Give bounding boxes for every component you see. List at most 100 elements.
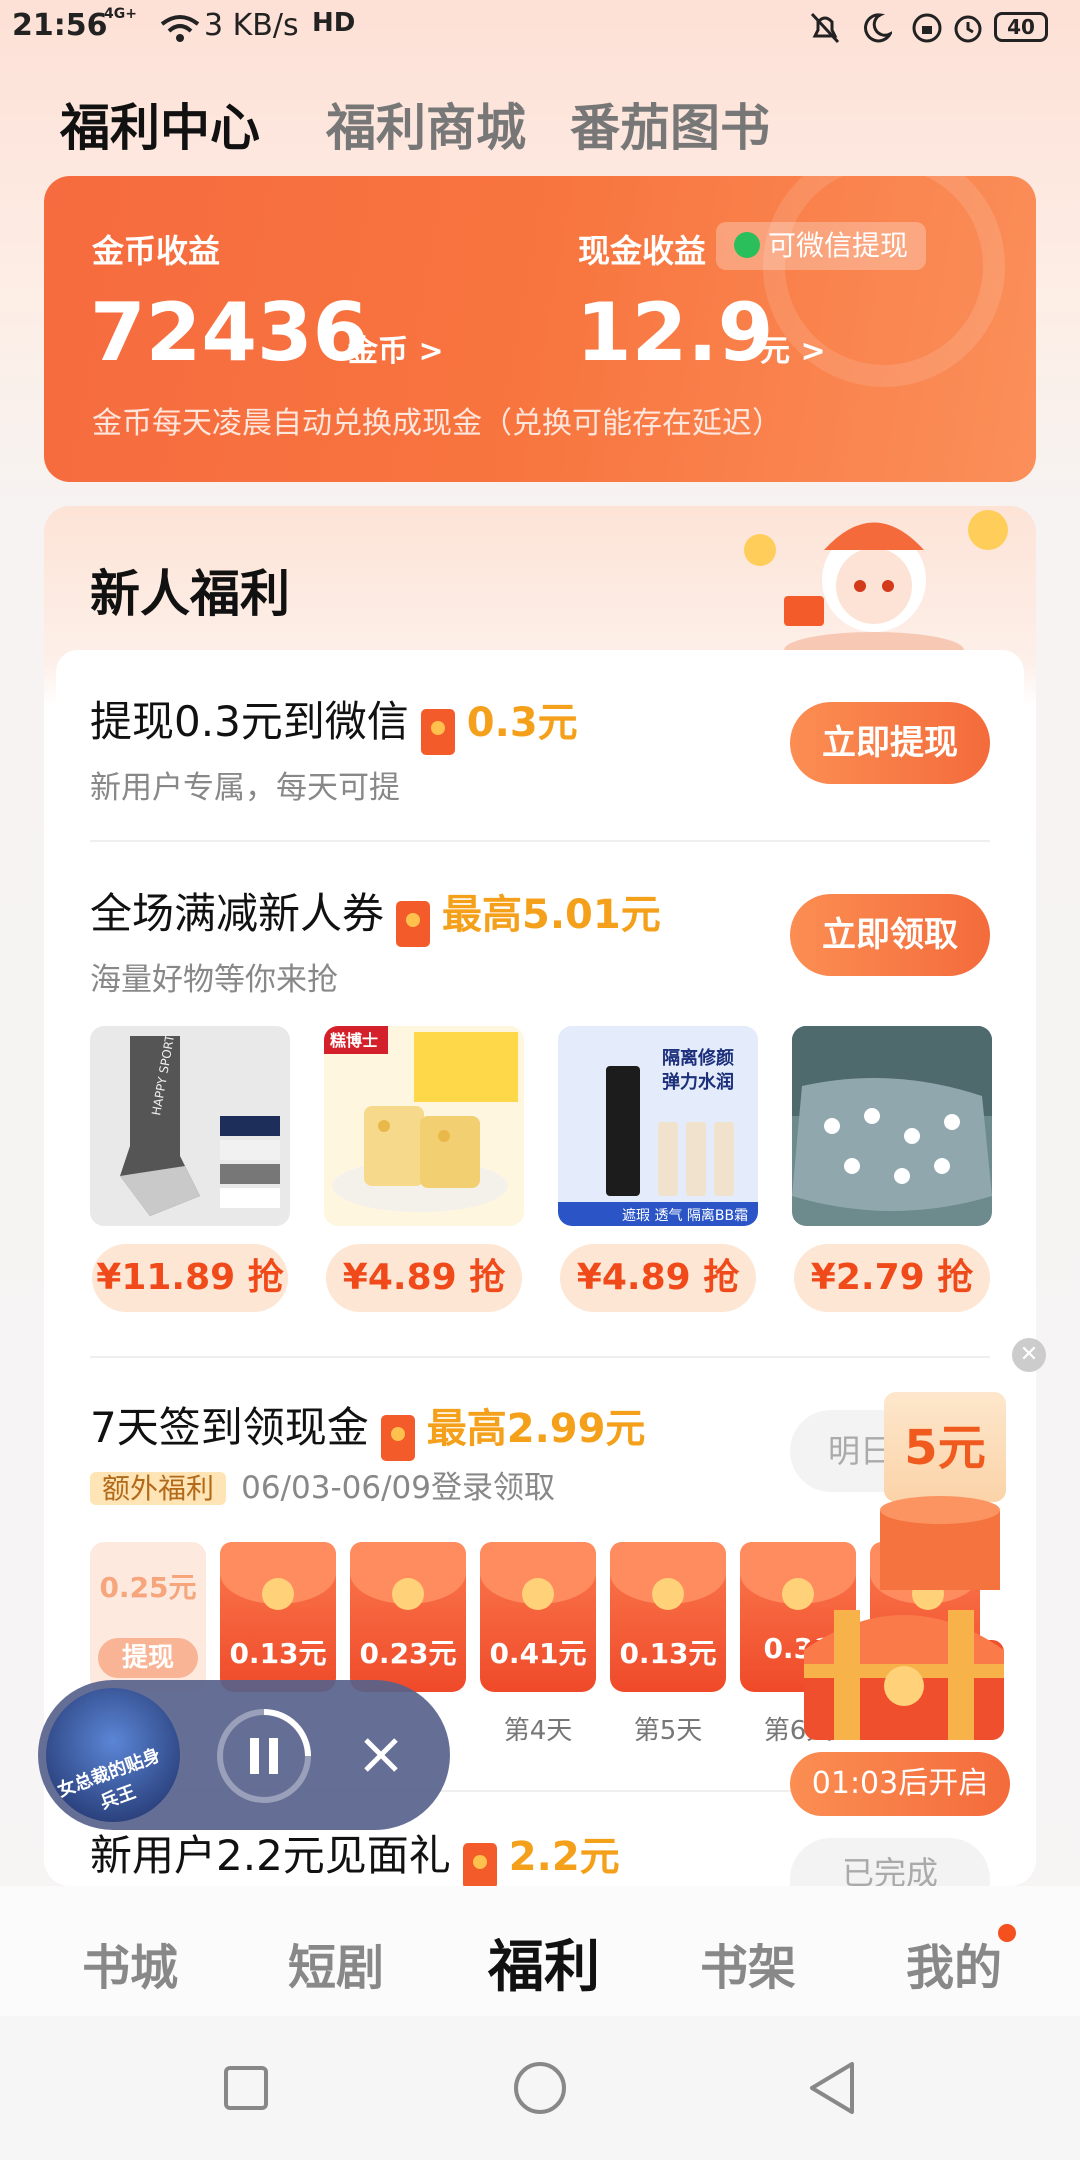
moon-icon (864, 13, 892, 43)
checkin-packet-day-2[interactable]: 0.13元 (220, 1542, 336, 1692)
pause-icon[interactable] (216, 1708, 312, 1804)
checkin-task-title-row: 7天签到领现金 最高2.99元 (90, 1394, 645, 1461)
coin-earnings-label: 金币收益 (92, 232, 221, 270)
coin-icon (262, 1578, 294, 1610)
coupon-task-reward: 最高5.01元 (442, 892, 661, 938)
coin-icon (652, 1578, 684, 1610)
completed-button[interactable]: 已完成 (790, 1838, 990, 1890)
home-icon[interactable] (512, 2060, 568, 2116)
red-packet-icon (380, 1414, 415, 1461)
system-navigation-bar (0, 2016, 1080, 2160)
chest-timer-button[interactable]: 01:03后开启 (790, 1752, 1010, 1816)
treasure-chest-icon[interactable] (804, 1450, 1010, 1750)
product-price-socks[interactable]: ¥11.89 抢 (92, 1244, 288, 1312)
wifi-icon (160, 15, 200, 42)
withdraw-task-title: 提现0.3元到微信 (90, 697, 409, 746)
checkin-subtitle-row: 额外福利 06/03-06/09登录领取 (90, 1462, 555, 1510)
status-time: 21:56 (12, 8, 108, 43)
product-image-pillowcase[interactable] (792, 1026, 992, 1226)
checkin-task-reward: 最高2.99元 (426, 1406, 646, 1452)
divider (90, 840, 990, 842)
checkin-packet-day-4[interactable]: 0.41元 (480, 1542, 596, 1692)
nav-bookstore[interactable]: 书城 (82, 1928, 178, 1998)
tab-welfare-center[interactable]: 福利中心 (60, 88, 260, 160)
withdraw-task-subtitle: 新用户专属，每天可提 (90, 770, 400, 806)
tab-fanqie-books[interactable]: 番茄图书 (570, 88, 770, 160)
packet-amount: 0.13元 (229, 1637, 327, 1670)
wechat-check-icon (734, 232, 760, 258)
withdraw-badge: 提现 (98, 1638, 198, 1678)
wechat-withdraw-text: 可微信提现 (768, 229, 909, 262)
exchange-note: 金币每天凌晨自动兑换成现金（兑换可能存在延迟） (92, 406, 782, 441)
player-cover-title: 女总裁的贴身兵王 (54, 1744, 164, 1814)
product-price-bb-cream[interactable]: ¥4.89 抢 (560, 1244, 756, 1312)
withdraw-task-reward: 0.3元 (466, 700, 578, 746)
bottom-navigation: 书城 短剧 福利 书架 我的 (0, 1886, 1080, 2016)
divider (90, 1356, 990, 1358)
product-image-snack[interactable]: 糕博士 (324, 1026, 524, 1226)
nav-bookshelf[interactable]: 书架 (700, 1928, 796, 1998)
cash-unit-link[interactable]: 元 > (760, 326, 826, 370)
red-packet-icon (396, 900, 431, 947)
product-price-snack[interactable]: ¥4.89 抢 (326, 1244, 522, 1312)
nav-short-drama[interactable]: 短剧 (288, 1928, 384, 1998)
tab-welfare-mall[interactable]: 福利商城 (326, 88, 526, 160)
coin-earnings-value[interactable]: 72436 (90, 286, 368, 379)
checkin-task-title: 7天签到领现金 (90, 1403, 369, 1452)
nav-welfare[interactable]: 福利 (488, 1922, 600, 2003)
checkin-packet-day-5[interactable]: 0.13元 (610, 1542, 726, 1692)
checkin-packet-day-1[interactable]: 0.25元 提现 (90, 1542, 206, 1692)
mini-audio-player[interactable]: 女总裁的贴身兵王 (38, 1680, 450, 1830)
bb-title-text: 隔离修颜 (662, 1047, 734, 1069)
nav-me[interactable]: 我的 (906, 1928, 1002, 1998)
claim-now-button[interactable]: 立即领取 (790, 894, 990, 976)
snack-illustration: 糕博士 (324, 1026, 518, 1212)
day-label-5: 第5天 (633, 1716, 703, 1746)
checkin-date-range: 06/03-06/09登录领取 (241, 1470, 555, 1506)
packet-amount: 0.23元 (359, 1637, 457, 1670)
coin-icon (392, 1578, 424, 1610)
snack-brand-text: 糕博士 (330, 1031, 378, 1050)
coupon-task-title-row: 全场满减新人券 最高5.01元 (90, 880, 661, 947)
mute-bell-icon (810, 12, 840, 44)
gift-task-title: 新用户2.2元见面礼 (90, 1831, 451, 1880)
withdraw-task-title-row: 提现0.3元到微信 0.3元 (90, 688, 578, 755)
wechat-withdraw-pill: 可微信提现 (716, 222, 927, 270)
packet-amount: 0.41元 (489, 1637, 587, 1670)
bb-bottom-text: 遮瑕 透气 隔离BB霜 (622, 1207, 748, 1224)
bb-sub-text: 弹力水润 (662, 1071, 734, 1093)
section-title: 新人福利 (90, 565, 290, 623)
cash-earnings-label: 现金收益 (578, 232, 707, 270)
extra-bonus-tag: 额外福利 (90, 1472, 227, 1505)
pillowcase-illustration (792, 1026, 992, 1211)
packet-amount: 0.25元 (99, 1571, 197, 1604)
battery-indicator: 40 (994, 12, 1048, 42)
red-packet-icon (420, 708, 455, 755)
product-image-socks[interactable]: HAPPY SPORT (90, 1026, 290, 1226)
close-player-icon[interactable] (362, 1736, 400, 1774)
gift-task-title-row: 新用户2.2元见面礼 2.2元 (90, 1822, 620, 1889)
coin-icon (522, 1578, 554, 1610)
network-indicator: 4G+ (104, 6, 137, 22)
recent-apps-icon[interactable] (222, 2064, 270, 2112)
checkin-packet-day-3[interactable]: 0.23元 (350, 1542, 466, 1692)
coupon-task-subtitle: 海量好物等你来抢 (90, 962, 338, 998)
back-icon[interactable] (806, 2060, 858, 2116)
notification-dot (998, 1924, 1016, 1942)
player-cover[interactable]: 女总裁的贴身兵王 (46, 1688, 180, 1822)
product-price-pillowcase[interactable]: ¥2.79 抢 (794, 1244, 990, 1312)
close-floating-icon[interactable]: ✕ (1012, 1338, 1046, 1372)
socks-illustration: HAPPY SPORT (120, 1033, 280, 1216)
product-image-bb-cream[interactable]: 隔离修颜 弹力水润 遮瑕 透气 隔离BB霜 (558, 1026, 758, 1226)
status-bar: 21:56 4G+ 3 KB/s HD 40 (0, 0, 1080, 60)
earnings-card: 金币收益 72436 金币 > 现金收益 可微信提现 12.9 元 > 金币每天… (44, 176, 1036, 482)
hd-badge: HD (312, 8, 356, 38)
cash-earnings-value[interactable]: 12.9 (576, 286, 773, 379)
coupon-task-title: 全场满减新人券 (90, 889, 385, 938)
network-speed: 3 KB/s (204, 8, 299, 43)
withdraw-now-button[interactable]: 立即提现 (790, 702, 990, 784)
lock-rotation-icon (912, 13, 942, 43)
coin-unit-link[interactable]: 金币 > (348, 326, 444, 370)
alarm-icon (954, 15, 982, 43)
gift-task-reward: 2.2元 (508, 1834, 620, 1880)
